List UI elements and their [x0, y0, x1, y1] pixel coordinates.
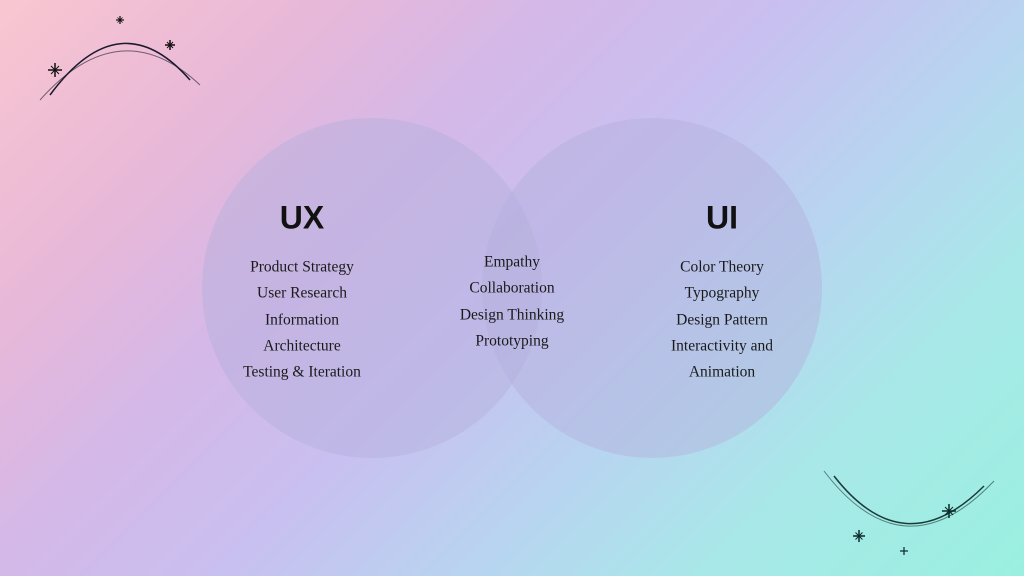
ui-item-1: Color Theory	[622, 255, 822, 281]
ux-item-4: Testing & Iteration	[202, 360, 402, 386]
ui-item-2: Typography	[622, 281, 822, 307]
ui-item-4: Interactivity andAnimation	[622, 334, 822, 387]
ux-title: UX	[202, 200, 402, 237]
middle-item-2: Collaboration	[427, 276, 597, 302]
ux-section: UX Product Strategy User Research Inform…	[202, 190, 402, 387]
venn-wrapper: UX Product Strategy User Research Inform…	[202, 98, 822, 478]
middle-item-1: Empathy	[427, 250, 597, 276]
ux-item-2: User Research	[202, 281, 402, 307]
ux-item-1: Product Strategy	[202, 255, 402, 281]
ux-item-3: InformationArchitecture	[202, 307, 402, 360]
ui-title: UI	[622, 200, 822, 237]
content-row: UX Product Strategy User Research Inform…	[202, 190, 822, 387]
middle-item-4: Prototyping	[427, 329, 597, 355]
ui-section: UI Color Theory Typography Design Patter…	[622, 190, 822, 387]
ui-item-3: Design Pattern	[622, 307, 822, 333]
middle-item-3: Design Thinking	[427, 302, 597, 328]
overlap-section: Empathy Collaboration Design Thinking Pr…	[427, 190, 597, 355]
venn-diagram: UX Product Strategy User Research Inform…	[172, 88, 852, 488]
